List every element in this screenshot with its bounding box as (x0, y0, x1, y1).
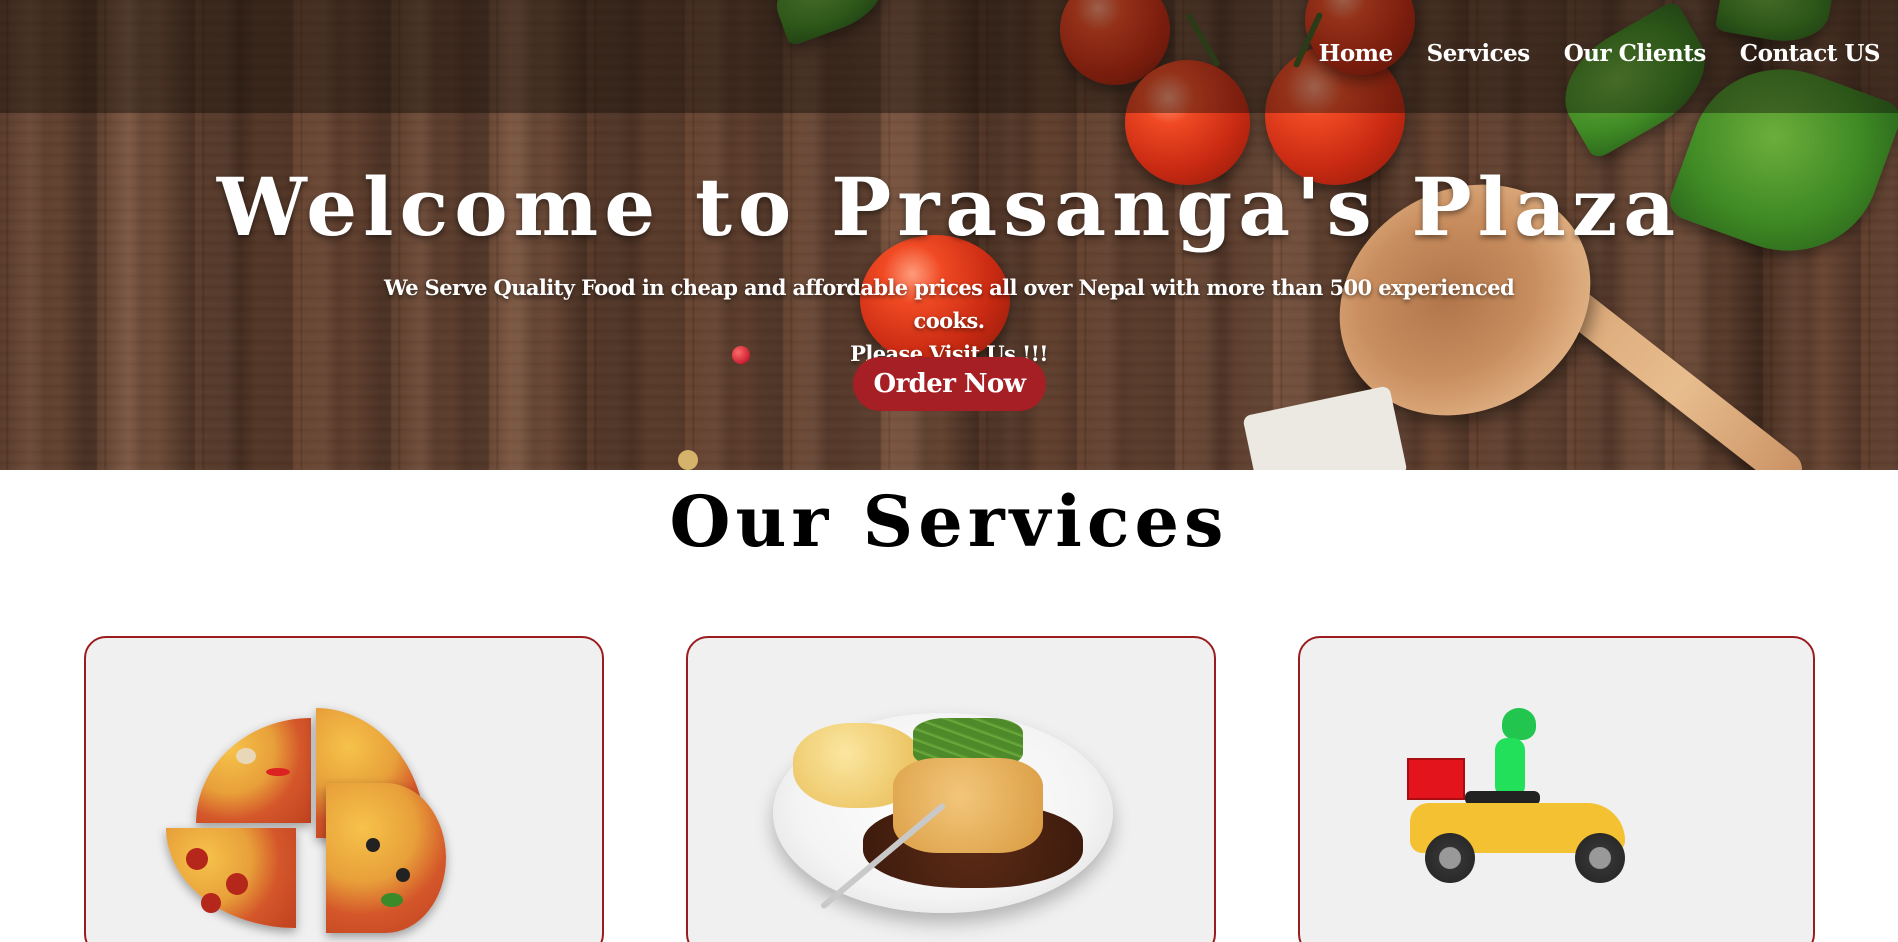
basil (381, 893, 403, 907)
hero-subtitle-line1: We Serve Quality Food in cheap and affor… (383, 275, 1515, 333)
hero-subtitle: We Serve Quality Food in cheap and affor… (349, 271, 1549, 370)
pizza-slice (326, 783, 446, 933)
pepperoni (201, 893, 221, 913)
navbar: Home Services Our Clients Contact US (0, 0, 1898, 113)
hero-banner: Home Services Our Clients Contact US Wel… (0, 0, 1898, 470)
pepper (266, 768, 290, 776)
pepperoni (186, 848, 208, 870)
delivery-box (1407, 758, 1465, 800)
olive (366, 838, 380, 852)
pepperoni (226, 873, 248, 895)
pizza-image (166, 708, 466, 933)
service-card-delivery[interactable] (1298, 636, 1815, 942)
rider-body (1495, 738, 1525, 798)
nav-menu: Home Services Our Clients Contact US (1303, 40, 1898, 67)
scooter-wheel (1575, 833, 1625, 883)
order-now-button[interactable]: Order Now (853, 357, 1046, 411)
service-card-pizza[interactable] (84, 636, 604, 942)
services-title: Our Services (669, 480, 1229, 563)
nav-contact-us[interactable]: Contact US (1740, 40, 1881, 67)
scooter-wheel (1425, 833, 1475, 883)
nav-services[interactable]: Services (1427, 40, 1531, 67)
delivery-scooter-image (1405, 703, 1645, 903)
hero-title: Welcome to Prasanga's Plaza (216, 160, 1682, 254)
service-card-dish[interactable] (686, 636, 1216, 942)
pie (893, 758, 1043, 853)
dish-image (773, 703, 1113, 923)
olive (396, 868, 410, 882)
nav-our-clients[interactable]: Our Clients (1564, 40, 1707, 67)
nav-home[interactable]: Home (1319, 40, 1394, 67)
rider-helmet (1502, 708, 1536, 740)
mushroom (236, 748, 256, 764)
seed-image (678, 450, 698, 470)
pizza-slice (196, 718, 311, 823)
